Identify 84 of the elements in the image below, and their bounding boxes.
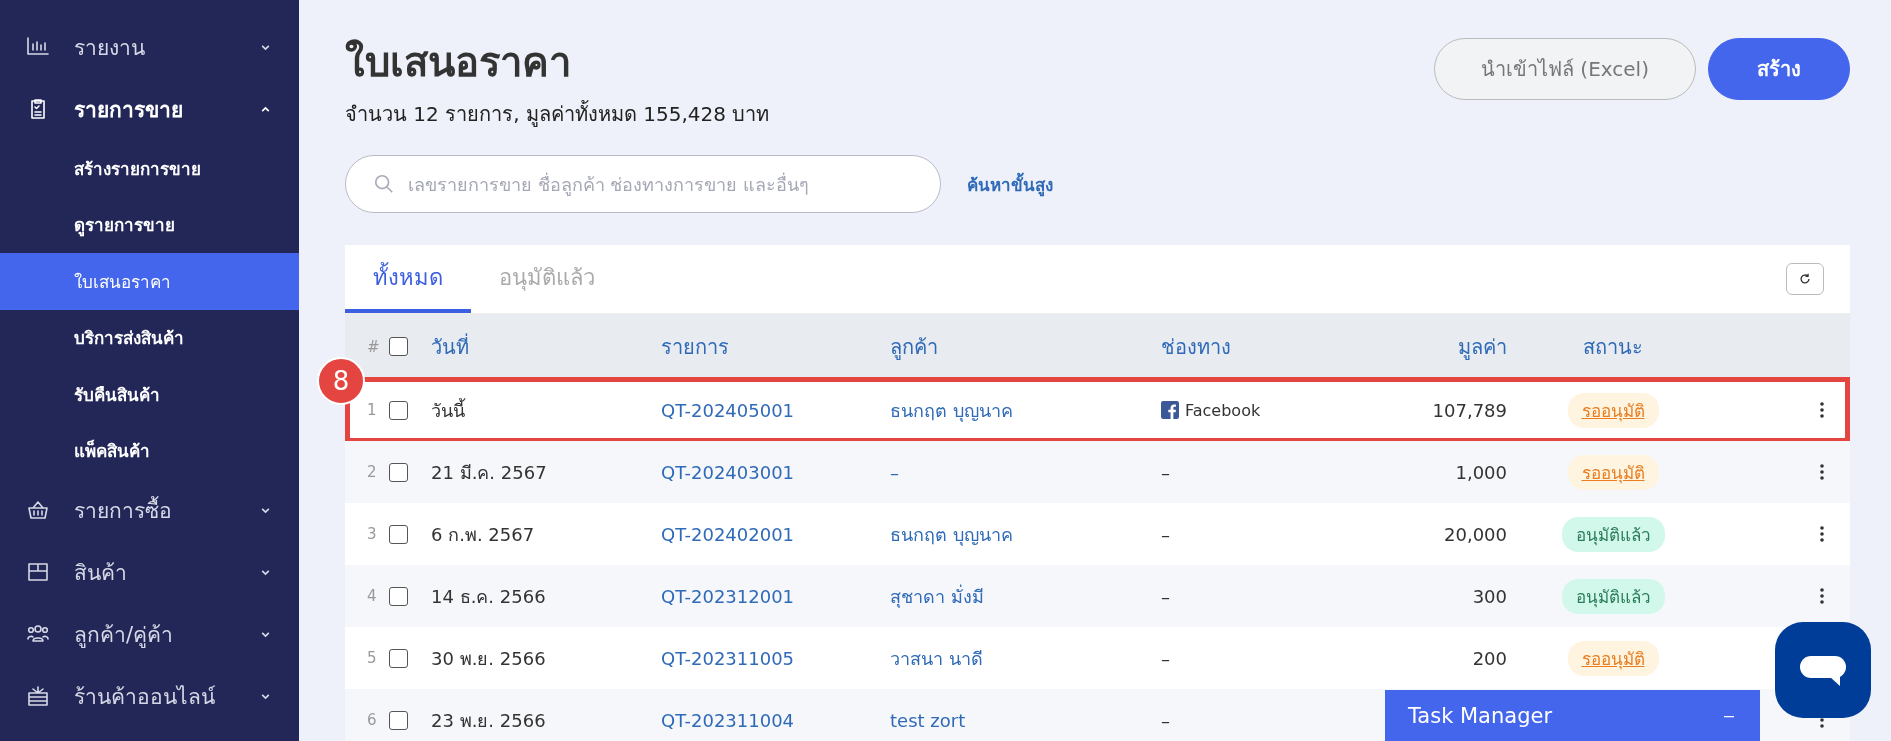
customer-link[interactable]: ธนกฤต บุญนาค [890,519,1161,549]
column-header: วันที่ [431,332,470,361]
sidebar-subitem[interactable]: ใบเสนอราคา [0,253,299,310]
quotation-link[interactable]: QT-202311005 [661,647,890,669]
refresh-button[interactable] [1786,263,1824,295]
column-header: รายการ [661,333,730,361]
sidebar-item[interactable]: รายการซื้อ [0,479,299,541]
more-options-icon [1820,402,1824,418]
sidebar-item[interactable]: รายงาน [0,16,299,78]
customer-link[interactable]: สุชาดา มั่งมี [890,581,1161,611]
sidebar-item[interactable]: ลูกค้า/คู่ค้า [0,603,299,665]
column-header: สถานะ [1582,333,1644,361]
sidebar-item[interactable]: ร้านค้าออนไลน์ [0,665,299,727]
search-icon [373,173,395,195]
checkbox[interactable] [389,710,408,730]
table-cell: – [1161,585,1170,607]
more-options-icon [1820,588,1824,604]
task-manager-bar[interactable]: Task Manager – [1385,690,1760,741]
customer-link[interactable]: วาสนา นาดี [890,643,1161,673]
sidebar-subitem[interactable]: บริการส่งสินค้า [0,309,299,366]
table-cell-text: – [890,461,900,483]
checkbox[interactable] [389,400,408,420]
quotation-link[interactable]: QT-202312001 [661,585,890,607]
search-field[interactable]: เลขรายการขาย ชื่อลูกค้า ช่องทางการขาย และอื่นๆ [345,155,941,213]
minimize-button[interactable]: – [1718,704,1740,727]
row-number: 5 [366,649,378,667]
table-cell-text: 23 พ.ย. 2566 [431,708,547,733]
customer-link[interactable]: ธนกฤต บุญนาค [890,395,1161,425]
table-cell-text: 30 พ.ย. 2566 [431,646,547,671]
table-cell: – [1161,523,1170,545]
checkbox[interactable] [389,337,408,356]
customer-link[interactable]: test zort [890,709,1161,731]
quotation-link[interactable]: QT-202311004 [661,709,890,731]
row-number: 3 [366,525,378,543]
basket-icon [26,498,50,522]
status-badge[interactable]: อนุมัติแล้ว [1561,516,1665,552]
amount-cell: 20,000 [1444,523,1507,545]
quotation-link[interactable]: QT-202405001 [661,399,890,421]
quotation-link[interactable]: QT-202403001 [661,461,890,483]
step-badge: 8 [317,357,365,405]
sidebar-item[interactable]: รายการขาย [0,78,299,140]
checkbox[interactable] [389,462,408,482]
page-title: ใบเสนอราคา [345,38,572,87]
amount-cell: 1,000 [1455,461,1507,483]
table-cell-text: 21 มี.ค. 2567 [431,460,548,485]
column-header: ลูกค้า [890,333,939,362]
chat-button[interactable] [1775,622,1871,718]
table-cell: – [1161,709,1170,731]
row-number: 1 [366,401,378,419]
table-cell: – [1161,461,1170,483]
quotation-link[interactable]: QT-202402001 [661,523,890,545]
column-header: # [366,337,381,356]
checkbox[interactable] [389,648,408,668]
row-number: 2 [366,463,378,481]
column-header: มูลค่า [1457,333,1507,362]
column-header: ช่องทาง [1161,333,1232,361]
table-cell-text: 14 ธ.ค. 2566 [431,584,547,609]
sidebar-subitem[interactable]: ดูรายการขาย [0,196,299,253]
storefront-icon [26,684,50,708]
sidebar-item[interactable]: สินค้า [0,541,299,603]
checkbox[interactable] [389,524,408,544]
table-cell-text: วันนี้ [431,397,467,423]
sidebar-subitem[interactable]: สร้างรายการขาย [0,140,299,197]
task-manager-title: Task Manager [1408,703,1553,728]
amount-cell: 107,789 [1432,399,1507,421]
table-cell-text: 6 ก.พ. 2567 [431,522,536,547]
row-number: 4 [366,587,378,605]
more-options-icon [1820,464,1824,480]
sidebar-subitem[interactable]: แพ็คสินค้า [0,422,299,479]
create-button[interactable]: สร้าง [1708,38,1850,100]
refresh-icon [1798,272,1812,286]
more-options-icon [1820,526,1824,542]
checkbox[interactable] [389,586,408,606]
amount-cell: 300 [1472,585,1507,607]
amount-cell: 200 [1472,647,1507,669]
channel-label: Facebook [1185,400,1261,420]
summary-text: จำนวน 12 รายการ, มูลค่าทั้งหมด 155,428 บาท [345,99,770,129]
row-number: 6 [366,711,378,729]
sidebar-subitem[interactable]: รับคืนสินค้า [0,366,299,423]
table-cell: – [1161,647,1170,669]
import-button[interactable]: นำเข้าไฟล์ (Excel) [1434,38,1696,100]
advanced-search-link[interactable]: ค้นหาขั้นสูง [967,170,1053,198]
box-icon [26,560,50,584]
status-badge[interactable]: อนุมัติแล้ว [1561,578,1665,614]
